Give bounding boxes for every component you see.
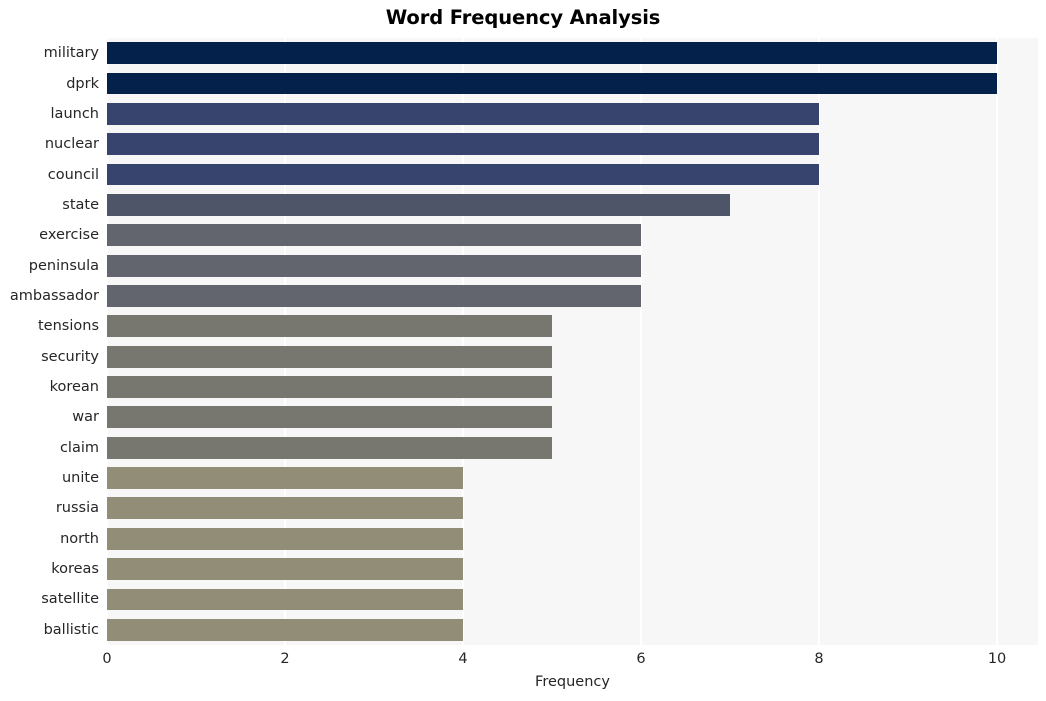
bar-row — [107, 436, 1038, 459]
x-axis-tick-labels: 0 2 4 6 8 10 — [102, 645, 1038, 675]
bar-row — [107, 254, 1038, 277]
y-axis-tick-labels: military dprk launch nuclear council state exe… — [0, 38, 99, 645]
bar-military — [107, 42, 998, 65]
y-tick-label-north: north — [60, 530, 99, 547]
bar-claim — [107, 436, 553, 459]
bar-row — [107, 285, 1038, 307]
y-tick-label-peninsula: peninsula — [28, 257, 99, 274]
bar-ambassador — [107, 285, 642, 307]
x-tick-label-4: 4 — [458, 651, 468, 667]
y-tick-label-korean: korean — [49, 379, 99, 396]
bar-peninsula — [107, 254, 642, 277]
bar-row — [107, 527, 1038, 550]
bar-russia — [107, 497, 464, 520]
bar-war — [107, 406, 553, 429]
y-tick-label-tensions: tensions — [38, 318, 99, 335]
bar-row — [107, 72, 1038, 95]
bar-row — [107, 193, 1038, 216]
y-tick-label-nuclear: nuclear — [44, 136, 99, 153]
bar-row — [107, 42, 1038, 65]
bar-korean — [107, 376, 553, 398]
bar-row — [107, 133, 1038, 156]
bar-state — [107, 193, 731, 216]
y-tick-label-russia: russia — [55, 500, 99, 517]
y-tick-label-satellite: satellite — [41, 591, 99, 608]
y-tick-label-ballistic: ballistic — [43, 621, 99, 638]
bar-satellite — [107, 588, 464, 611]
bar-row — [107, 102, 1038, 125]
y-tick-label-security: security — [41, 348, 99, 365]
bar-security — [107, 345, 553, 368]
y-tick-label-launch: launch — [50, 105, 99, 122]
x-axis-title: Frequency — [535, 674, 610, 690]
bar-unite — [107, 467, 464, 489]
y-tick-label-exercise: exercise — [39, 227, 99, 244]
bars-container — [107, 38, 1038, 645]
word-frequency-bar-chart: Word Frequency Analysis military dprk laun… — [0, 0, 1046, 701]
bar-tensions — [107, 315, 553, 338]
bar-row — [107, 467, 1038, 489]
bar-ballistic — [107, 618, 464, 641]
y-tick-label-military: military — [43, 45, 99, 62]
bar-koreas — [107, 558, 464, 581]
y-tick-label-state: state — [62, 196, 99, 213]
x-tick-label-6: 6 — [636, 651, 646, 667]
bar-row — [107, 224, 1038, 247]
y-tick-label-dprk: dprk — [66, 75, 99, 92]
bar-dprk — [107, 72, 998, 95]
y-tick-label-ambassador: ambassador — [9, 287, 99, 304]
x-tick-label-8: 8 — [814, 651, 824, 667]
bar-row — [107, 618, 1038, 641]
x-tick-label-2: 2 — [280, 651, 290, 667]
plot-area — [106, 38, 1038, 645]
x-tick-label-0: 0 — [102, 651, 112, 667]
bar-row — [107, 406, 1038, 429]
bar-row — [107, 345, 1038, 368]
bar-exercise — [107, 224, 642, 247]
bar-council — [107, 163, 820, 186]
y-tick-label-war: war — [72, 409, 99, 426]
bar-row — [107, 588, 1038, 611]
bar-nuclear — [107, 133, 820, 156]
bar-row — [107, 376, 1038, 398]
y-tick-label-council: council — [47, 166, 99, 183]
y-tick-label-unite: unite — [61, 470, 99, 487]
bar-row — [107, 315, 1038, 338]
bar-row — [107, 497, 1038, 520]
x-tick-label-10: 10 — [987, 651, 1007, 667]
bar-row — [107, 163, 1038, 186]
bar-launch — [107, 102, 820, 125]
y-tick-label-koreas: koreas — [51, 561, 99, 578]
chart-title: Word Frequency Analysis — [385, 6, 661, 29]
y-tick-label-claim: claim — [59, 439, 99, 456]
bar-north — [107, 527, 464, 550]
bar-row — [107, 558, 1038, 581]
